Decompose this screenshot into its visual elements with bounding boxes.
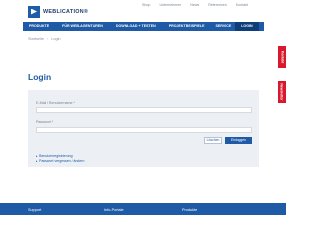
nav-item-login[interactable]: LOGIN bbox=[235, 22, 259, 31]
chevron-right-icon: ▸ bbox=[36, 158, 38, 163]
side-tab-newsletter[interactable]: Newsletter bbox=[278, 81, 286, 103]
footer: Support Info-Portale Produkte bbox=[0, 203, 286, 215]
forgot-password-label: Passwort vergessen / ändern bbox=[39, 158, 85, 163]
top-bar: Shop Unternehmen News Referenzen Kontakt… bbox=[0, 0, 286, 22]
chevron-right-icon: ▸ bbox=[36, 153, 38, 158]
side-tab-newsletter-label: Newsletter bbox=[280, 83, 284, 101]
breadcrumb: Startseite › Login bbox=[28, 37, 61, 41]
username-label: E-Mail / Benutzername * bbox=[36, 101, 75, 105]
login-button[interactable]: Einloggen bbox=[225, 137, 252, 144]
register-link-label: Benutzerregistrierung bbox=[39, 153, 73, 158]
breadcrumb-home[interactable]: Startseite bbox=[28, 37, 44, 41]
breadcrumb-current: Login bbox=[51, 37, 61, 41]
nav-item-service[interactable]: SERVICE bbox=[205, 22, 232, 31]
nav-item-projektbeispiele[interactable]: PROJEKTBEISPIELE bbox=[156, 22, 205, 31]
side-tab-kontakt[interactable]: Kontakt bbox=[278, 46, 286, 68]
topnav-link-unternehmen[interactable]: Unternehmen bbox=[159, 3, 181, 7]
top-navigation: Shop Unternehmen News Referenzen Kontakt bbox=[142, 3, 248, 7]
form-links: ▸ Benutzerregistrierung ▸ Passwort verge… bbox=[36, 153, 84, 163]
page-title: Login bbox=[28, 72, 52, 82]
main-navigation: PRODUKTE FÜR WEB-AGENTUREN DOWNLOAD + TE… bbox=[23, 22, 264, 31]
footer-heading-info-portale[interactable]: Info-Portale bbox=[104, 208, 124, 212]
logo-text: WEBLICATION® bbox=[43, 8, 89, 15]
logo[interactable]: WEBLICATION® bbox=[28, 5, 88, 18]
password-input[interactable] bbox=[36, 127, 252, 133]
footer-heading-support[interactable]: Support bbox=[28, 208, 41, 212]
nav-item-produkte[interactable]: PRODUKTE bbox=[23, 22, 49, 31]
nav-item-web-agenturen[interactable]: FÜR WEB-AGENTUREN bbox=[49, 22, 103, 31]
topnav-link-kontakt[interactable]: Kontakt bbox=[236, 3, 248, 7]
breadcrumb-separator-icon: › bbox=[47, 37, 49, 41]
topnav-link-referenzen[interactable]: Referenzen bbox=[208, 3, 227, 7]
side-tab-kontakt-label: Kontakt bbox=[280, 50, 284, 64]
footer-heading-produkte[interactable]: Produkte bbox=[182, 208, 197, 212]
logo-icon bbox=[28, 5, 40, 18]
forgot-password-link[interactable]: ▸ Passwort vergessen / ändern bbox=[36, 158, 84, 163]
nav-item-download[interactable]: DOWNLOAD + TESTEN bbox=[103, 22, 156, 31]
topnav-link-shop[interactable]: Shop bbox=[142, 3, 150, 7]
login-form: E-Mail / Benutzername * Passwort * Lösch… bbox=[28, 90, 259, 167]
username-input[interactable] bbox=[36, 107, 252, 113]
reset-button[interactable]: Löschen bbox=[204, 137, 222, 144]
password-label: Passwort * bbox=[36, 120, 54, 124]
topnav-link-news[interactable]: News bbox=[190, 3, 199, 7]
